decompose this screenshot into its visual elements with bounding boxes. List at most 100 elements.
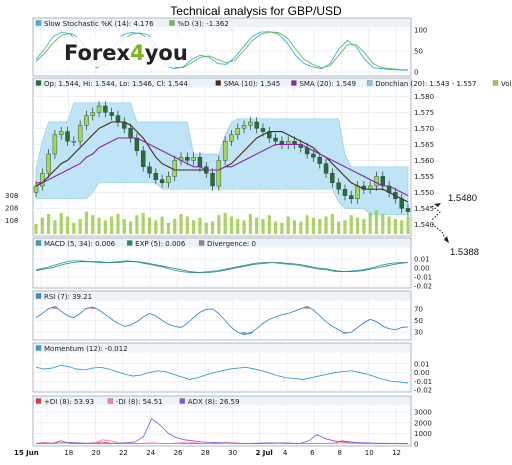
x-axis-tick: 8 — [337, 449, 341, 457]
stochastic-y-tick: 100 — [414, 27, 427, 35]
volume-y-tick: 108 — [5, 217, 18, 225]
volume-bar — [229, 216, 234, 234]
price-legend-swatch — [291, 80, 297, 86]
lower-arrowhead — [444, 236, 449, 243]
volume-bar — [400, 220, 404, 234]
macd-y-tick: 0.01 — [414, 256, 430, 264]
candle — [210, 172, 215, 187]
candle — [59, 131, 64, 136]
macd-y-tick: -0.01 — [414, 274, 432, 282]
volume-bar — [393, 219, 397, 234]
candle — [77, 124, 83, 142]
volume-bar — [349, 215, 353, 234]
volume-bar — [103, 220, 107, 234]
candle — [159, 179, 165, 184]
price-legend-label: SMA (10): 1.545 — [224, 80, 281, 88]
candle — [374, 176, 379, 187]
candle — [197, 156, 203, 167]
dmi-panel: 3000 2000 1000 0 +DI (8): 53.93 -DI (8): 54.5… — [32, 395, 432, 449]
macd-legend-swatch — [127, 240, 133, 246]
candle — [109, 112, 114, 116]
forex4you-logo: Forex4you — [60, 37, 188, 67]
x-axis-tick: 4 — [283, 449, 288, 457]
candle — [380, 176, 385, 187]
candle — [405, 208, 411, 212]
candle — [185, 156, 190, 161]
candle — [90, 112, 95, 116]
technical-analysis-chart: 100500Slow Stochastic %K (14): 4.176 %D (… — [5, 17, 512, 457]
volume-bar — [368, 212, 372, 234]
dmi-y-tick: 2000 — [414, 419, 432, 427]
volume-y-tick: 308 — [5, 192, 18, 200]
volume-bar — [204, 222, 208, 234]
momentum-panel: 0.010.00-0.01-0.02 Momentum (12): -0.012 — [32, 342, 432, 395]
volume-bar — [128, 221, 133, 234]
candle — [349, 195, 354, 200]
macd-legend-label: EXP (5): 0.006 — [135, 240, 186, 248]
candle — [311, 153, 316, 158]
candle — [140, 150, 146, 168]
x-axis-tick: 6 — [310, 449, 315, 457]
volume-bar — [198, 217, 202, 234]
stochastic-panel: 100 50 0 Slow Stochastic %K (14): 4.176 %D (… — [32, 17, 427, 77]
macd-y-tick: 0.00 — [414, 265, 430, 273]
price-legend-label: SMA (20): 1.549 — [299, 80, 356, 88]
candle — [216, 160, 222, 187]
candle — [323, 163, 329, 174]
candle — [128, 128, 133, 139]
price-target-annotations: 1.5480 1.5388 — [431, 193, 479, 258]
volume-bar — [248, 214, 252, 234]
price-y-tick: 1.560 — [414, 157, 434, 165]
price-y-tick: 1.580 — [414, 93, 434, 101]
price-legend-swatch — [35, 80, 42, 86]
candle — [96, 105, 102, 113]
candle — [330, 172, 335, 183]
volume-bar — [84, 211, 89, 234]
volume-bar — [343, 220, 347, 234]
x-axis-tick: 20 — [92, 449, 101, 457]
macd-legend-swatch — [35, 240, 42, 246]
stochastic-legend-label: Slow Stochastic %K (14): 4.176 — [44, 20, 154, 28]
volume-bar — [255, 217, 259, 234]
price-legend-label: Vol: 6.8548 — [501, 80, 512, 88]
volume-bar — [40, 217, 44, 234]
volume-bar — [292, 220, 297, 234]
rsi-y-tick: 70 — [414, 305, 423, 313]
volume-bar — [160, 216, 164, 234]
dmi-legend-swatch — [107, 398, 114, 404]
macd-panel: 0.010.00-0.01-0.02 MACD (5, 34): 0.006 EXP… — [32, 237, 432, 291]
macd-y-tick: -0.02 — [414, 283, 432, 291]
upper-price-label: 1.5480 — [448, 193, 477, 204]
momentum-legend-swatch — [35, 345, 42, 351]
candle — [317, 156, 322, 164]
volume-bar — [65, 216, 70, 234]
candle — [52, 134, 58, 155]
candle — [65, 131, 70, 142]
candle — [273, 137, 278, 142]
stochastic-legend-swatch — [169, 20, 175, 26]
macd-legend-swatch — [198, 240, 205, 246]
volume-bar — [91, 215, 95, 234]
volume-bar — [97, 217, 101, 234]
volume-bar — [381, 214, 385, 234]
price-y-tick: 1.555 — [414, 173, 434, 181]
volume-bar — [299, 221, 303, 234]
x-axis-tick: 22 — [119, 449, 128, 457]
x-axis-tick: 30 — [228, 449, 237, 457]
volume-y-tick: 208 — [5, 205, 18, 213]
volume-bar — [185, 216, 189, 234]
price-legend-label: Op: 1.544, Hi: 1.544, Lo: 1.546, Cl: 1.5… — [44, 80, 188, 88]
x-axis-tick: 15 Jun — [14, 449, 39, 457]
dmi-y-tick: 3000 — [414, 409, 432, 417]
x-axis-tick: 26 — [174, 449, 183, 457]
volume-bar — [406, 216, 410, 234]
volume-bar — [59, 212, 63, 234]
volume-bar — [78, 219, 82, 234]
price-y-tick: 1.545 — [414, 205, 434, 213]
lower-price-label: 1.5388 — [450, 247, 479, 258]
candle — [71, 140, 77, 143]
dmi-y-tick: 1000 — [414, 430, 432, 438]
price-y-tick: 1.565 — [414, 141, 434, 149]
volume-bar — [116, 214, 120, 234]
volume-bar — [47, 214, 51, 234]
